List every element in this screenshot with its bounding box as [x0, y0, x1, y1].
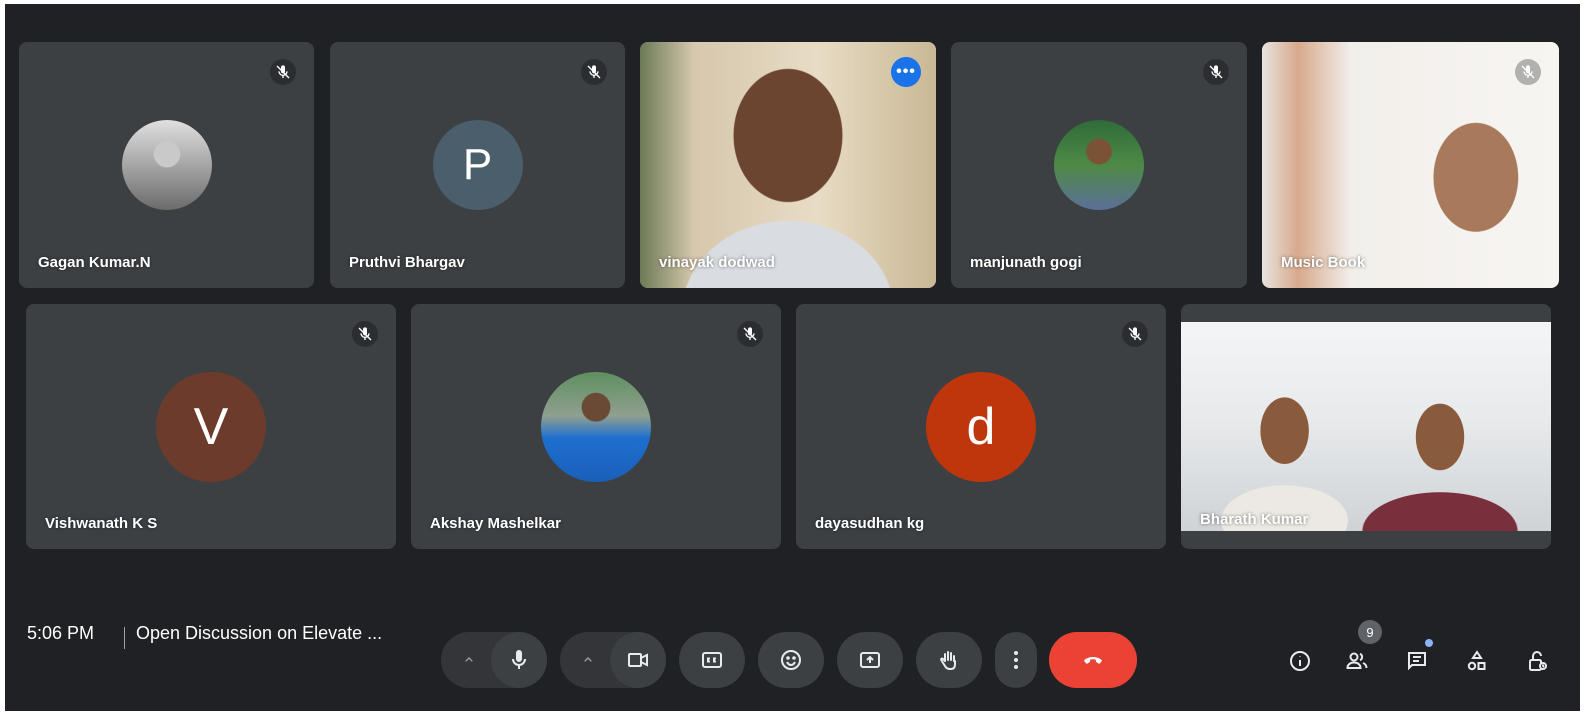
raise-hand-button[interactable] — [916, 632, 982, 688]
mic-off-icon — [737, 321, 763, 347]
avatar-dayasudhan: d — [926, 371, 1036, 482]
emoji-icon — [781, 650, 801, 670]
mic-off-icon — [1515, 59, 1541, 85]
participant-tile-vinayak[interactable]: ••• vinayak dodwad — [640, 42, 936, 288]
unread-dot — [1425, 639, 1433, 647]
camera-icon — [628, 653, 648, 667]
participant-tile-akshay[interactable]: Akshay Mashelkar — [411, 304, 781, 549]
participant-tile-pruthvi[interactable]: P Pruthvi Bhargav — [330, 42, 625, 288]
mic-off-icon — [352, 321, 378, 347]
meeting-details-button[interactable] — [1286, 647, 1314, 675]
host-controls-button[interactable] — [1523, 647, 1551, 675]
more-options-icon[interactable]: ••• — [891, 57, 921, 87]
avatar-initial: V — [193, 397, 229, 456]
participant-name: Vishwanath K S — [45, 515, 158, 532]
participant-name: Akshay Mashelkar — [430, 515, 561, 532]
raise-hand-icon — [940, 651, 956, 670]
mic-off-icon — [270, 59, 296, 85]
host-controls-icon — [1529, 651, 1547, 671]
meeting-title[interactable]: Open Discussion on Elevate ... — [136, 623, 382, 644]
participant-tile-dayasudhan[interactable]: d dayasudhan kg — [796, 304, 1166, 549]
participant-name: Gagan Kumar.N — [38, 254, 151, 271]
meeting-time: 5:06 PM — [27, 623, 95, 643]
participant-name: manjunath gogi — [970, 254, 1082, 271]
people-icon — [1346, 652, 1368, 669]
call-end-icon — [1084, 657, 1102, 664]
mic-off-icon — [1122, 321, 1148, 347]
caret-up-icon[interactable] — [566, 632, 610, 688]
activities-button[interactable] — [1463, 647, 1491, 675]
avatar-akshay — [541, 371, 651, 482]
people-button[interactable] — [1343, 647, 1371, 675]
video-feed — [1262, 42, 1559, 288]
more-options-button[interactable] — [995, 632, 1037, 688]
caret-up-icon[interactable] — [447, 632, 491, 688]
leave-call-button[interactable] — [1049, 632, 1137, 688]
captions-icon — [702, 652, 722, 668]
avatar-pruthvi: P — [432, 120, 523, 210]
meet-window: Gagan Kumar.N P Pruthvi Bhargav ••• vina… — [5, 4, 1580, 711]
people-count-badge: 9 — [1358, 620, 1382, 644]
chat-icon — [1408, 652, 1426, 671]
mic-off-icon — [1203, 59, 1229, 85]
avatar-gagan — [121, 120, 212, 210]
participant-tile-gagan[interactable]: Gagan Kumar.N — [19, 42, 314, 288]
divider — [124, 627, 125, 649]
present-screen-icon — [860, 652, 880, 668]
avatar-initial: P — [462, 140, 493, 189]
participant-name: Bharath Kumar — [1200, 511, 1309, 528]
participant-name: dayasudhan kg — [815, 515, 925, 532]
avatar-vishwanath: V — [156, 371, 266, 482]
avatar-initial: d — [966, 397, 996, 456]
camera-button[interactable] — [610, 632, 666, 688]
participant-tile-bharath[interactable]: Bharath Kumar — [1181, 304, 1551, 549]
chat-button[interactable] — [1403, 647, 1431, 675]
video-feed — [640, 42, 936, 288]
activities-icon — [1467, 650, 1486, 671]
mic-off-icon — [581, 59, 607, 85]
participant-tile-vishwanath[interactable]: V Vishwanath K S — [26, 304, 396, 549]
video-feed — [1181, 322, 1551, 531]
more-vert-icon — [1014, 651, 1018, 669]
participant-name: Music Book — [1281, 254, 1366, 271]
participant-tile-music-book[interactable]: Music Book — [1262, 42, 1559, 288]
participant-name: vinayak dodwad — [659, 254, 775, 271]
microphone-icon — [512, 650, 526, 669]
avatar-manjunath — [1054, 120, 1144, 210]
participant-tile-manjunath[interactable]: manjunath gogi — [951, 42, 1247, 288]
microphone-button[interactable] — [491, 632, 547, 688]
present-button[interactable] — [837, 632, 903, 688]
info-icon — [1290, 651, 1310, 671]
emoji-button[interactable] — [758, 632, 824, 688]
participant-name: Pruthvi Bhargav — [349, 254, 465, 271]
captions-button[interactable] — [679, 632, 745, 688]
